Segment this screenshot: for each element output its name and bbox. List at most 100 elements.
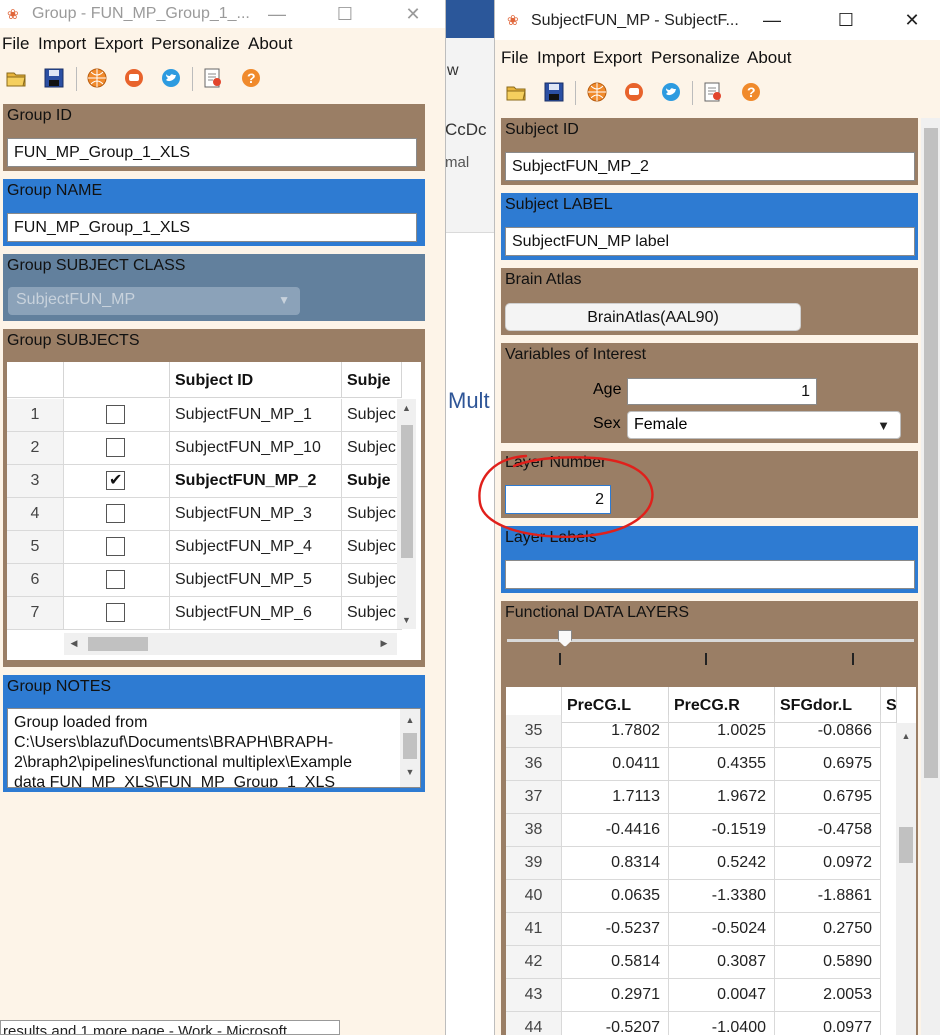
license-icon[interactable] [702,81,724,103]
table-header-subject-label[interactable]: Subje [342,362,402,398]
row-checkbox[interactable] [106,405,125,424]
notes-scrollbar[interactable]: ▲ ▼ [400,709,420,787]
sfgdor-l-cell[interactable]: 2.0053 [775,979,881,1012]
subject-label-cell[interactable]: Subjec [342,531,402,564]
scroll-up-icon[interactable]: ▲ [397,403,416,413]
subject-id-cell[interactable]: SubjectFUN_MP_10 [170,432,342,465]
menu-export[interactable]: Export [593,48,642,68]
age-field[interactable]: 1 [627,378,817,405]
precg-r-cell[interactable]: -1.0400 [669,1012,775,1035]
precg-l-cell[interactable]: 1.7113 [562,781,669,814]
sfgdor-l-cell[interactable]: -0.4758 [775,814,881,847]
menu-export[interactable]: Export [94,34,143,54]
precg-l-cell[interactable]: 0.0635 [562,880,669,913]
save-icon[interactable] [543,81,565,103]
scrollbar-thumb[interactable] [403,733,417,759]
web-globe-icon[interactable] [86,67,108,89]
layer-number-field[interactable]: 2 [505,485,611,514]
forum-icon[interactable] [623,81,645,103]
subject-label-field[interactable]: SubjectFUN_MP label [505,227,915,256]
help-icon[interactable]: ? [740,81,762,103]
open-folder-icon[interactable] [505,81,527,103]
precg-r-cell[interactable]: -1.3380 [669,880,775,913]
minimize-button[interactable]: — [749,6,795,34]
subject-id-field[interactable]: SubjectFUN_MP_2 [505,152,915,181]
subject-label-cell[interactable]: Subjec [342,399,402,432]
open-folder-icon[interactable] [5,67,27,89]
sfgdor-l-cell[interactable]: 0.2750 [775,913,881,946]
menu-about[interactable]: About [747,48,791,68]
scroll-up-icon[interactable]: ▲ [896,731,916,741]
precg-l-cell[interactable]: -0.5237 [562,913,669,946]
subject-id-cell[interactable]: SubjectFUN_MP_3 [170,498,342,531]
subject-label-cell[interactable]: Subjec [342,597,402,630]
subjects-vertical-scrollbar[interactable]: ▲ ▼ [397,399,416,629]
subject-id-cell[interactable]: SubjectFUN_MP_1 [170,399,342,432]
precg-r-cell[interactable]: -0.5024 [669,913,775,946]
row-checkbox[interactable] [106,470,125,490]
functional-table-scrollbar[interactable]: ▲ [896,723,916,1035]
twitter-icon[interactable] [660,81,682,103]
close-button[interactable]: ✕ [889,6,935,34]
subject-id-cell[interactable]: SubjectFUN_MP_5 [170,564,342,597]
scrollbar-thumb[interactable] [88,637,148,651]
scroll-down-icon[interactable]: ▼ [397,615,416,625]
precg-r-cell[interactable]: 1.9672 [669,781,775,814]
precg-r-cell[interactable]: 0.0047 [669,979,775,1012]
row-checkbox[interactable] [106,570,125,589]
menu-personalize[interactable]: Personalize [151,34,240,54]
subjects-horizontal-scrollbar[interactable]: ◀ ▶ [64,633,397,655]
web-globe-icon[interactable] [586,81,608,103]
table-header-next[interactable]: S [881,687,897,723]
subject-id-cell[interactable]: SubjectFUN_MP_6 [170,597,342,630]
group-notes-textarea[interactable]: Group loaded from C:\Users\blazuf\Docume… [7,708,421,788]
scroll-left-icon[interactable]: ◀ [68,638,80,649]
sfgdor-l-cell[interactable]: 0.0972 [775,847,881,880]
sfgdor-l-cell[interactable]: -1.8861 [775,880,881,913]
precg-l-cell[interactable]: 0.2971 [562,979,669,1012]
scroll-up-icon[interactable]: ▲ [400,715,420,725]
precg-r-cell[interactable]: -0.1519 [669,814,775,847]
table-header-subject-id[interactable]: Subject ID [170,362,342,398]
precg-r-cell[interactable]: 0.4355 [669,748,775,781]
sex-dropdown[interactable]: Female ▼ [627,411,901,439]
sfgdor-l-cell[interactable]: 0.0977 [775,1012,881,1035]
help-icon[interactable]: ? [240,67,262,89]
save-icon[interactable] [43,67,65,89]
layer-labels-field[interactable] [505,560,915,589]
precg-l-cell[interactable]: 0.8314 [562,847,669,880]
maximize-button[interactable]: ☐ [322,0,368,28]
precg-l-cell[interactable]: -0.5207 [562,1012,669,1035]
group-name-field[interactable]: FUN_MP_Group_1_XLS [7,213,417,242]
scrollbar-thumb[interactable] [899,827,913,863]
subject-id-cell[interactable]: SubjectFUN_MP_2 [170,465,342,498]
precg-l-cell[interactable]: 0.5814 [562,946,669,979]
precg-r-cell[interactable]: 0.5242 [669,847,775,880]
sfgdor-l-cell[interactable]: -0.0866 [775,715,881,748]
scroll-down-icon[interactable]: ▼ [400,767,420,777]
group-id-field[interactable]: FUN_MP_Group_1_XLS [7,138,417,167]
layer-slider-thumb[interactable] [558,630,572,647]
scroll-right-icon[interactable]: ▶ [378,638,390,649]
license-icon[interactable] [202,67,224,89]
sfgdor-l-cell[interactable]: 0.6975 [775,748,881,781]
row-checkbox[interactable] [106,504,125,523]
row-checkbox[interactable] [106,537,125,556]
menu-about[interactable]: About [248,34,292,54]
precg-r-cell[interactable]: 0.3087 [669,946,775,979]
scrollbar-thumb[interactable] [401,425,413,558]
precg-r-cell[interactable]: 1.0025 [669,715,775,748]
row-checkbox[interactable] [106,603,125,622]
subject-label-cell[interactable]: Subje [342,465,402,498]
menu-file[interactable]: File [501,48,528,68]
menu-file[interactable]: File [2,34,29,54]
row-checkbox[interactable] [106,438,125,457]
brain-atlas-button[interactable]: BrainAtlas(AAL90) [505,303,801,331]
subject-label-cell[interactable]: Subjec [342,498,402,531]
subject-label-cell[interactable]: Subjec [342,432,402,465]
maximize-button[interactable]: ☐ [823,6,869,34]
forum-icon[interactable] [123,67,145,89]
subject-id-cell[interactable]: SubjectFUN_MP_4 [170,531,342,564]
precg-l-cell[interactable]: 0.0411 [562,748,669,781]
menu-personalize[interactable]: Personalize [651,48,740,68]
